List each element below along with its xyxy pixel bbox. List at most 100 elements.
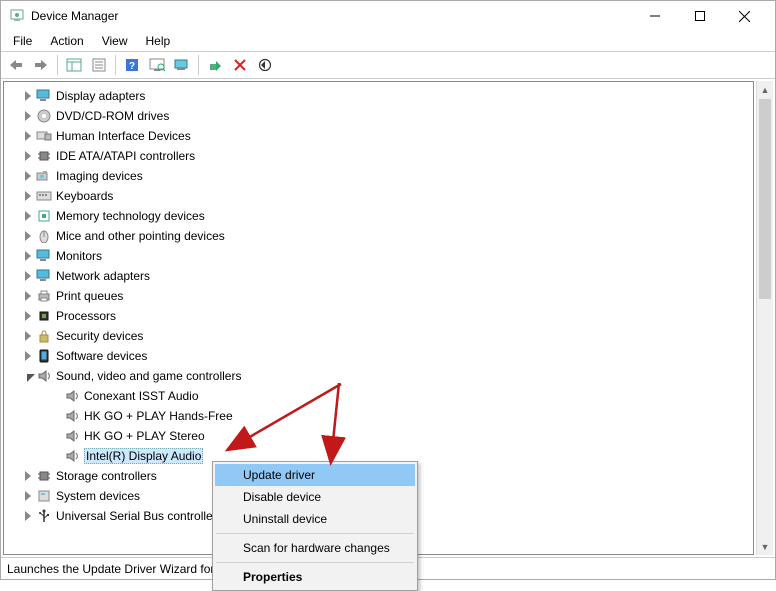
chevron-right-icon[interactable]: [22, 229, 36, 243]
menu-update-driver[interactable]: Update driver: [215, 464, 415, 486]
show-hide-tree-button[interactable]: [62, 54, 86, 76]
tree-node-label: System devices: [56, 489, 140, 503]
tree-node-label: Mice and other pointing devices: [56, 229, 225, 243]
menu-action[interactable]: Action: [42, 32, 91, 50]
tree-node[interactable]: IDE ATA/ATAPI controllers: [4, 146, 753, 166]
tree-node[interactable]: Network adapters: [4, 266, 753, 286]
tree-node[interactable]: Imaging devices: [4, 166, 753, 186]
chevron-right-icon[interactable]: [22, 109, 36, 123]
window-controls: [632, 2, 767, 30]
tree-node[interactable]: Processors: [4, 306, 753, 326]
chevron-right-icon[interactable]: [22, 489, 36, 503]
chevron-right-icon[interactable]: [22, 149, 36, 163]
chevron-right-icon[interactable]: [22, 469, 36, 483]
tree-node-label: Conexant ISST Audio: [84, 389, 199, 403]
disc-icon: [36, 108, 52, 124]
tree-node[interactable]: HK GO + PLAY Stereo: [4, 426, 753, 446]
menu-help[interactable]: Help: [138, 32, 179, 50]
tree-node[interactable]: Security devices: [4, 326, 753, 346]
chevron-right-icon[interactable]: [22, 309, 36, 323]
app-icon: [9, 7, 25, 26]
chevron-right-icon[interactable]: [22, 349, 36, 363]
help-button[interactable]: ?: [120, 54, 144, 76]
phone-icon: [36, 348, 52, 364]
chevron-right-icon[interactable]: [22, 89, 36, 103]
tree-node-label: Display adapters: [56, 89, 145, 103]
window: Device Manager File Action View Help ? D…: [0, 0, 776, 580]
menu-view[interactable]: View: [94, 32, 136, 50]
close-button[interactable]: [722, 2, 767, 30]
chevron-right-icon[interactable]: [22, 269, 36, 283]
vertical-scrollbar[interactable]: ▲ ▼: [756, 81, 773, 555]
forward-button[interactable]: [29, 54, 53, 76]
maximize-button[interactable]: [677, 2, 722, 30]
speaker-icon: [64, 388, 80, 404]
camera-icon: [36, 168, 52, 184]
tree-node[interactable]: Mice and other pointing devices: [4, 226, 753, 246]
menu-scan-hardware[interactable]: Scan for hardware changes: [215, 537, 415, 559]
chevron-right-icon[interactable]: [22, 209, 36, 223]
menu-uninstall-device[interactable]: Uninstall device: [215, 508, 415, 530]
menu-disable-device[interactable]: Disable device: [215, 486, 415, 508]
tree-node-label: IDE ATA/ATAPI controllers: [56, 149, 195, 163]
scan-hardware-button[interactable]: [145, 54, 169, 76]
tree-node[interactable]: Conexant ISST Audio: [4, 386, 753, 406]
speaker-icon: [36, 368, 52, 384]
context-menu: Update driver Disable device Uninstall d…: [212, 461, 418, 591]
uninstall-button[interactable]: [228, 54, 252, 76]
tree-node[interactable]: HK GO + PLAY Hands-Free: [4, 406, 753, 426]
tree-node-label: Software devices: [56, 349, 147, 363]
tree-node-label: HK GO + PLAY Hands-Free: [84, 409, 233, 423]
chevron-right-icon[interactable]: [22, 509, 36, 523]
speaker-icon: [64, 448, 80, 464]
properties-button[interactable]: [87, 54, 111, 76]
titlebar: Device Manager: [1, 1, 775, 31]
tree-node-label: Security devices: [56, 329, 143, 343]
tree-node[interactable]: Print queues: [4, 286, 753, 306]
update-driver-button[interactable]: [170, 54, 194, 76]
chevron-right-icon[interactable]: [22, 169, 36, 183]
scrollbar-thumb[interactable]: [759, 99, 771, 299]
menu-properties[interactable]: Properties: [215, 566, 415, 588]
chevron-right-icon[interactable]: [22, 189, 36, 203]
monitor-icon: [36, 268, 52, 284]
disable-device-button[interactable]: [253, 54, 277, 76]
tree-node[interactable]: Human Interface Devices: [4, 126, 753, 146]
tree-node[interactable]: Display adapters: [4, 86, 753, 106]
chevron-right-icon[interactable]: [22, 129, 36, 143]
monitor-icon: [36, 248, 52, 264]
scroll-up-button[interactable]: ▲: [757, 81, 773, 98]
tree-node[interactable]: Monitors: [4, 246, 753, 266]
keyboard-icon: [36, 188, 52, 204]
speaker-icon: [64, 428, 80, 444]
tree-node[interactable]: DVD/CD-ROM drives: [4, 106, 753, 126]
chevron-down-icon[interactable]: [22, 369, 36, 383]
chevron-right-icon[interactable]: [22, 249, 36, 263]
tree-node-label: Human Interface Devices: [56, 129, 191, 143]
toolbar: ?: [1, 51, 775, 79]
cpu-icon: [36, 308, 52, 324]
tree-node-label: Memory technology devices: [56, 209, 205, 223]
minimize-button[interactable]: [632, 2, 677, 30]
tree-node[interactable]: Memory technology devices: [4, 206, 753, 226]
tree-node[interactable]: Sound, video and game controllers: [4, 366, 753, 386]
tree-node-label: Keyboards: [56, 189, 113, 203]
tree-node-label: Storage controllers: [56, 469, 157, 483]
scroll-down-button[interactable]: ▼: [757, 538, 773, 555]
tree-node[interactable]: Software devices: [4, 346, 753, 366]
menu-file[interactable]: File: [5, 32, 40, 50]
tree-node[interactable]: Keyboards: [4, 186, 753, 206]
tree-node-label: Universal Serial Bus controllers: [56, 509, 223, 523]
tree-node-label: Processors: [56, 309, 116, 323]
tree-node-label: Imaging devices: [56, 169, 143, 183]
enable-device-button[interactable]: [203, 54, 227, 76]
back-button[interactable]: [4, 54, 28, 76]
speaker-icon: [64, 408, 80, 424]
tree-node-label: Print queues: [56, 289, 123, 303]
chevron-right-icon[interactable]: [22, 289, 36, 303]
chip-icon: [36, 468, 52, 484]
chevron-right-icon[interactable]: [22, 329, 36, 343]
menu-separator: [216, 533, 414, 534]
monitor-icon: [36, 88, 52, 104]
usb-icon: [36, 508, 52, 524]
